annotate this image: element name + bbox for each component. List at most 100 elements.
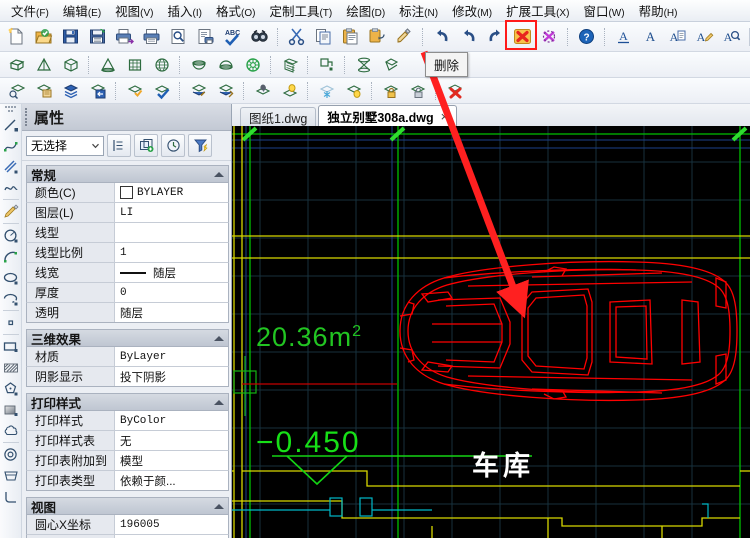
publish-button[interactable] [192,24,219,50]
toolbar-grip[interactable] [5,106,17,112]
layer-previous-button[interactable] [84,78,111,104]
spell-check-button[interactable]: ABC [219,24,246,50]
hatch-tool[interactable] [1,357,21,378]
circle-tool[interactable] [1,225,21,246]
donut-tool[interactable] [1,444,21,465]
property-value[interactable]: ByLayer [115,347,228,366]
torus-button[interactable] [239,52,266,78]
rectangle-tool[interactable] [1,336,21,357]
cut-button[interactable] [283,24,310,50]
polyline-tool[interactable] [1,135,21,156]
layer-properties-button[interactable] [3,78,30,104]
table-tool[interactable] [1,465,21,486]
property-value[interactable]: 196005 [115,515,228,534]
ellipse-tool[interactable] [1,267,21,288]
property-value[interactable]: 投下阴影 [115,367,228,386]
property-value[interactable] [115,223,228,242]
menu-format[interactable]: 格式(O) [209,0,262,22]
layer-freeze-button[interactable] [313,78,340,104]
line-tool[interactable] [1,114,21,135]
cone-button[interactable] [94,52,121,78]
layer-off-button[interactable] [249,78,276,104]
explode-button[interactable] [536,24,563,50]
box-button[interactable] [3,52,30,78]
cube-button[interactable] [57,52,84,78]
print-button[interactable] [138,24,165,50]
layer-on-button[interactable] [276,78,303,104]
find-button[interactable] [246,24,273,50]
copy-button[interactable] [310,24,337,50]
menu-draw[interactable]: 绘图(D) [339,0,392,22]
section-header[interactable]: 三维效果 [26,329,229,347]
find-text-button[interactable]: A [718,24,745,50]
new-button[interactable] [3,24,30,50]
property-value[interactable]: 随层 [115,263,228,282]
sphere-button[interactable] [148,52,175,78]
save-as-button[interactable] [84,24,111,50]
layer-new-button[interactable] [185,78,212,104]
property-value[interactable]: BYLAYER [115,183,228,202]
collapse-caret-icon[interactable] [214,171,224,177]
property-row[interactable]: 透明 随层 [26,303,229,323]
wedge-button[interactable] [30,52,57,78]
menu-insert[interactable]: 插入(I) [161,0,209,22]
font-button[interactable]: A [637,24,664,50]
property-row[interactable]: 打印表附加到 模型 [26,451,229,471]
save-button[interactable] [57,24,84,50]
property-row[interactable]: 阴影显示 投下阴影 [26,367,229,387]
match-properties-button[interactable] [364,24,391,50]
property-row[interactable]: 打印样式表无 [26,431,229,451]
revolve-button[interactable] [350,52,377,78]
property-value[interactable]: 无 [115,431,228,450]
redo-button[interactable] [482,24,509,50]
layer-delete-button[interactable] [441,78,468,104]
collapse-caret-icon[interactable] [214,335,224,341]
property-row[interactable]: 打印样式 ByColor [26,411,229,431]
3d-align-button[interactable] [313,52,340,78]
property-row[interactable]: 颜色(C) BYLAYER [26,183,229,203]
layer-thaw-button[interactable] [340,78,367,104]
property-value[interactable]: 依赖于颜... [115,471,228,490]
layer-match-button[interactable] [148,78,175,104]
section-header[interactable]: 常规 [26,165,229,183]
menu-view[interactable]: 视图(V) [108,0,160,22]
doc-tab-1[interactable]: 图纸1.dwg [240,107,317,126]
property-row[interactable]: 打印表类型 依赖于颜... [26,471,229,491]
plot-button[interactable] [111,24,138,50]
menu-help[interactable]: 帮助(H) [632,0,685,22]
open-button[interactable] [30,24,57,50]
delete-button[interactable] [509,24,536,50]
collapse-caret-icon[interactable] [214,399,224,405]
polygon-tool[interactable] [1,378,21,399]
property-row[interactable]: 图层(L) LI [26,203,229,223]
property-value[interactable]: 0 [115,283,228,302]
menu-modify[interactable]: 修改(M) [445,0,499,22]
doc-tab-2[interactable]: 独立别墅308a.dwg × [318,105,458,126]
property-value[interactable]: 随层 [115,303,228,322]
collapse-caret-icon[interactable] [214,503,224,509]
select-objects-button[interactable] [134,134,158,157]
property-value[interactable]: 模型 [115,451,228,470]
property-row[interactable]: 材质 ByLayer [26,347,229,367]
multiline-text-button[interactable]: A [664,24,691,50]
section-header[interactable]: 打印样式 [26,393,229,411]
property-row[interactable]: 线型比例 1 [26,243,229,263]
property-row[interactable]: 线宽 随层 [26,263,229,283]
paste-button[interactable] [337,24,364,50]
menu-edit[interactable]: 编辑(E) [56,0,108,22]
mesh-button[interactable] [276,52,303,78]
close-icon[interactable]: × [441,109,449,124]
print-preview-button[interactable] [165,24,192,50]
revision-cloud-tool[interactable] [1,420,21,441]
edit-text-button[interactable]: A [691,24,718,50]
quick-select-filter-button[interactable] [188,134,212,157]
extrude-button[interactable] [377,52,404,78]
menu-file[interactable]: 文件(F) [4,0,56,22]
layer-stack-button[interactable] [57,78,84,104]
gradient-tool[interactable] [1,399,21,420]
pick-list-button[interactable] [107,134,131,157]
menu-window[interactable]: 窗口(W) [576,0,631,22]
double-line-tool[interactable] [1,156,21,177]
menu-custom-tools[interactable]: 定制工具(T) [262,0,339,22]
help-button[interactable]: ? [573,24,600,50]
